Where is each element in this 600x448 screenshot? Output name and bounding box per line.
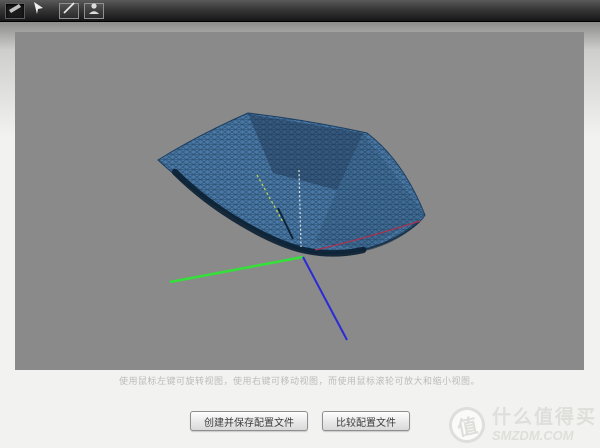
portrait-tool-button[interactable]	[84, 1, 104, 20]
viewer-help-text: 使用鼠标左键可旋转视图，使用右键可移动视图，而使用鼠标滚轮可放大和缩小视图。	[118, 376, 480, 386]
cursor-tool-button[interactable]	[28, 1, 48, 20]
plane-tool-button[interactable]	[5, 1, 25, 20]
toolbar	[0, 0, 600, 22]
mesh-surface	[157, 112, 426, 341]
watermark-site-name: 什么值得买	[491, 407, 597, 428]
smzdm-logo-icon: 值	[445, 403, 489, 447]
compare-profile-button[interactable]: 比较配置文件	[322, 411, 410, 431]
cursor-arrow-icon	[31, 1, 45, 20]
axis-green	[169, 255, 304, 284]
line-tool-icon	[62, 1, 76, 20]
axis-blue	[302, 256, 348, 341]
watermark-site-url: SMZDM.COM	[491, 428, 574, 443]
line-tool-button[interactable]	[59, 1, 79, 20]
plane-tool-icon	[8, 1, 22, 20]
viewport-canvas[interactable]	[15, 32, 584, 370]
portrait-tool-icon	[87, 1, 101, 20]
create-save-profile-button[interactable]: 创建并保存配置文件	[190, 411, 308, 431]
watermark: 值 什么值得买 SMZDM.COM	[445, 403, 597, 447]
